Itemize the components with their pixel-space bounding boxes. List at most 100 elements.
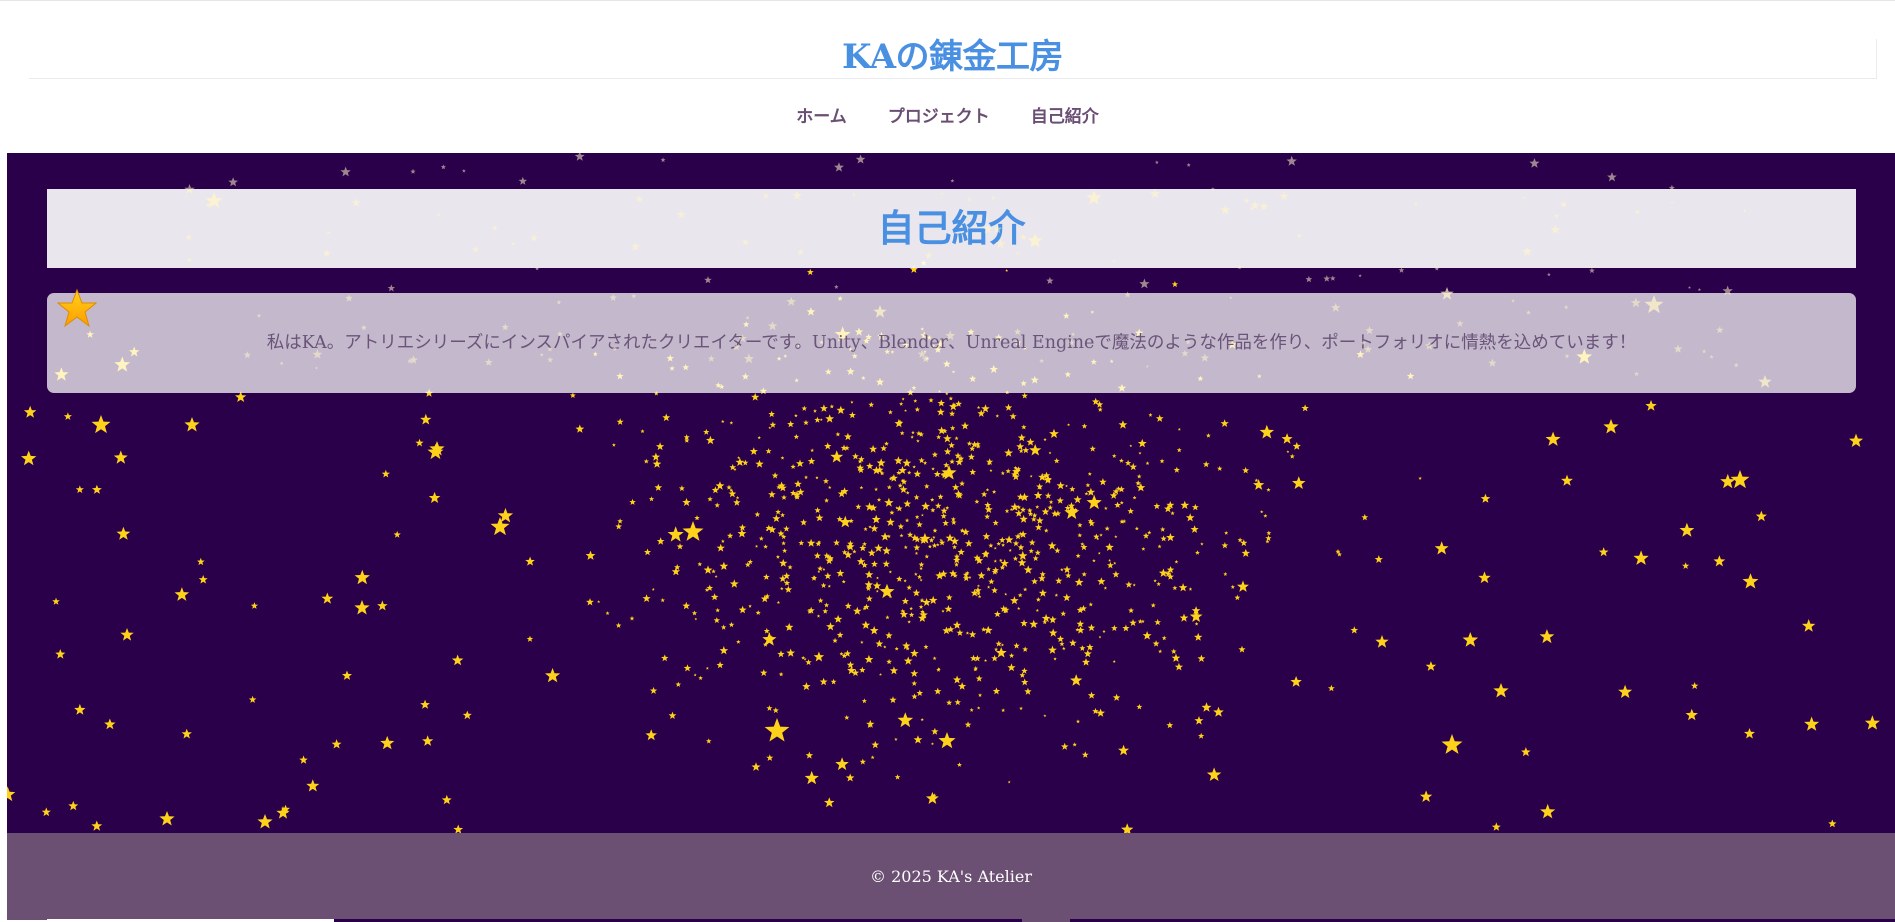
star-icon (660, 597, 665, 603)
star-icon (1004, 403, 1013, 411)
star-icon (1170, 511, 1175, 516)
star-icon (713, 617, 720, 624)
star-icon (978, 693, 983, 697)
star-icon (1679, 522, 1695, 537)
site-title[interactable]: KAの錬金工房 (842, 37, 1064, 77)
star-icon (835, 431, 841, 437)
star-icon (952, 620, 962, 629)
star-icon (1035, 608, 1039, 612)
star-icon (615, 622, 622, 628)
star-icon (882, 560, 890, 568)
nav-item-about[interactable]: 自己紹介 (1031, 104, 1099, 130)
nav-item-projects[interactable]: プロジェクト (888, 104, 990, 130)
star-icon (914, 551, 919, 555)
star-icon (931, 451, 938, 458)
star-icon (949, 458, 955, 464)
star-icon (780, 512, 785, 518)
star-icon (981, 626, 987, 632)
star-icon (1223, 571, 1228, 576)
star-icon (1075, 553, 1081, 559)
star-icon (422, 735, 434, 746)
star-icon (415, 438, 424, 447)
star-icon (706, 435, 715, 445)
star-icon (1744, 728, 1755, 739)
star-icon (790, 464, 796, 469)
star-icon (381, 469, 390, 478)
star-icon (1087, 623, 1096, 632)
star-icon (894, 456, 903, 465)
star-icon (903, 656, 913, 665)
star-icon (1056, 481, 1065, 490)
star-icon (772, 514, 781, 522)
star-icon (798, 540, 805, 546)
star-icon (859, 758, 866, 765)
star-icon (800, 518, 807, 526)
star-icon (976, 706, 981, 710)
star-icon (1062, 593, 1071, 602)
star-icon (975, 675, 983, 682)
star-icon (1111, 453, 1117, 458)
star-icon (884, 497, 894, 507)
star-icon (832, 637, 838, 643)
star-icon (68, 800, 79, 811)
star-icon (757, 435, 761, 440)
star-icon (1060, 610, 1067, 617)
star-icon (775, 554, 780, 559)
star-icon (935, 502, 942, 509)
star-icon (910, 649, 919, 657)
star-icon (919, 532, 931, 544)
star-icon (1061, 742, 1069, 750)
star-icon (1082, 658, 1090, 666)
star-icon (1159, 458, 1165, 464)
star-icon (1755, 510, 1767, 522)
star-icon (986, 566, 991, 572)
star-icon (916, 521, 923, 528)
star-icon (848, 411, 856, 419)
star-icon (1053, 657, 1057, 661)
star-icon (1150, 602, 1156, 608)
star-icon (813, 651, 825, 662)
star-icon (1099, 478, 1107, 486)
star-icon (852, 452, 859, 460)
star-icon (768, 410, 775, 417)
star-icon (981, 491, 988, 498)
star-icon (803, 657, 807, 661)
star-icon (946, 594, 953, 601)
star-icon (420, 413, 432, 425)
star-icon (1070, 674, 1083, 686)
star-icon (1230, 584, 1235, 589)
star-icon (871, 514, 881, 524)
star-icon (830, 450, 844, 463)
star-icon (1092, 558, 1096, 563)
star-icon (1420, 790, 1433, 802)
star-icon (964, 539, 973, 547)
star-icon (1001, 708, 1006, 712)
star-icon (991, 654, 998, 662)
star-icon (321, 592, 334, 604)
star-icon (850, 400, 854, 404)
nav-item-home[interactable]: ホーム (796, 104, 847, 130)
star-icon (833, 539, 840, 546)
star-icon (1069, 486, 1076, 492)
star-icon (1035, 504, 1040, 509)
star-icon (764, 718, 790, 742)
star-icon (1292, 442, 1301, 450)
star-icon (1043, 714, 1047, 717)
star-icon (852, 549, 857, 554)
star-icon (813, 552, 821, 559)
star-icon (1177, 427, 1181, 431)
star-icon (1254, 478, 1259, 483)
star-icon (585, 550, 596, 560)
star-icon (907, 620, 911, 624)
star-icon (1173, 466, 1180, 473)
star-icon (1048, 645, 1057, 654)
star-icon (819, 418, 823, 421)
star-icon (1012, 555, 1019, 561)
star-icon (1048, 628, 1058, 637)
star-icon (651, 587, 655, 591)
star-icon (1047, 541, 1057, 550)
star-icon (815, 513, 824, 522)
star-icon (1828, 819, 1837, 828)
star-icon (1540, 803, 1556, 819)
star-icon (1114, 535, 1118, 538)
